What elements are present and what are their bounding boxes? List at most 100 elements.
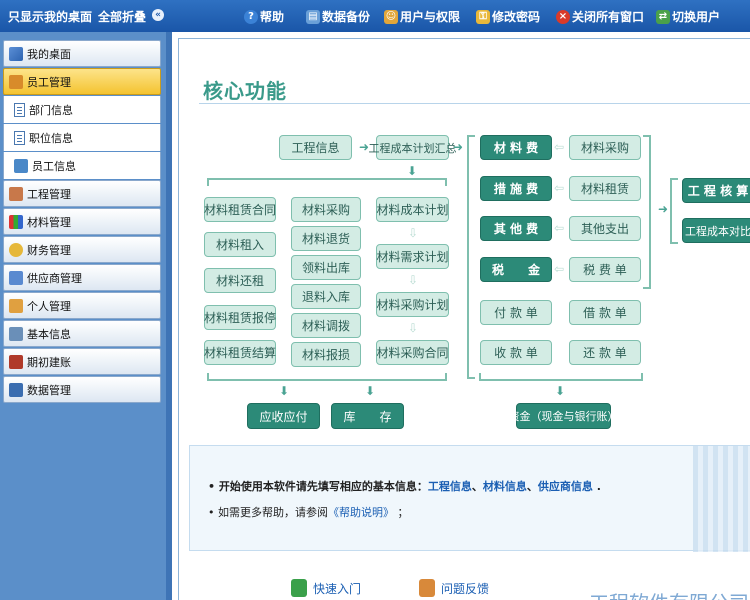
flow-funds[interactable]: 资金（现金与银行账）: [509, 403, 619, 429]
arrow-down-faded-icon: ⇩: [408, 273, 419, 287]
sidebar: 我的桌面 员工管理 部门信息 职位信息 员工信息 工程管理 材料管理 财务管理: [0, 32, 166, 600]
change-password-button[interactable]: ⚿ 修改密码: [476, 8, 540, 25]
arrow-down-faded-icon: ⇩: [408, 321, 419, 335]
main-panel: 核心功能 工程信息 ➜ 工程成本计划汇总 ⬇ 材料租赁合同 材料租入 材料还租 …: [166, 32, 750, 600]
close-all-windows-button[interactable]: × 关闭所有窗口: [556, 8, 644, 25]
arrow-left-faded-icon: ⇦: [554, 221, 565, 235]
database-icon: ▤: [306, 9, 320, 24]
supplier-icon: [9, 270, 23, 285]
flow-project-info[interactable]: 工程信息: [279, 135, 352, 160]
flow-material-loss[interactable]: 材料报损: [291, 342, 361, 367]
flow-material-lease-settle[interactable]: 材料租赁结算: [204, 340, 276, 365]
help-icon: ?: [244, 9, 258, 24]
sidebar-item-employee-management[interactable]: 员工管理: [3, 68, 161, 95]
info-line-2: • 如需更多帮助，请参阅《帮助说明》 ；: [208, 506, 409, 519]
link-material-info[interactable]: 材料信息: [483, 480, 527, 493]
flow-lease[interactable]: 材料租赁: [569, 176, 641, 201]
data-icon: [9, 382, 23, 397]
flow-material-purchase-plan[interactable]: 材料采购计划: [376, 292, 449, 317]
house-icon: [9, 186, 23, 201]
flow-project-accounting[interactable]: 工 程 核 算: [682, 178, 750, 203]
flow-tax[interactable]: 税 金: [480, 257, 552, 282]
close-icon: ×: [556, 9, 570, 24]
arrow-down-faded-icon: ⇩: [408, 226, 419, 240]
quick-start-link[interactable]: 快速入门: [291, 579, 361, 597]
flow-receivable-payable[interactable]: 应收应付: [247, 403, 320, 429]
users-permissions-button[interactable]: ☺ 用户与权限: [384, 8, 460, 25]
bracket-top: [207, 178, 447, 186]
flow-material-transfer[interactable]: 材料调拨: [291, 313, 361, 338]
arrow-right-icon: ➜: [453, 140, 464, 154]
flow-material-return-stock[interactable]: 退料入库: [291, 284, 361, 309]
arrow-down-icon: ⬇: [555, 384, 566, 398]
users-icon: ☺: [384, 9, 398, 24]
arrow-down-icon: ⬇: [407, 164, 418, 178]
flow-material-return[interactable]: 材料还租: [204, 268, 276, 293]
sidebar-subitem-position-info[interactable]: 职位信息: [3, 124, 161, 151]
backup-button[interactable]: ▤ 数据备份: [306, 8, 370, 25]
flow-payment-slip[interactable]: 付 款 单: [480, 300, 552, 325]
coin-icon: [9, 242, 23, 257]
ledger-icon: [9, 354, 23, 369]
flow-material-purchase[interactable]: 材料采购: [291, 197, 361, 222]
sidebar-item-data-management[interactable]: 数据管理: [3, 376, 161, 403]
flow-repayment-slip[interactable]: 还 款 单: [569, 340, 641, 365]
sidebar-item-opening-accounts[interactable]: 期初建账: [3, 348, 161, 375]
arrow-right-icon: ➜: [658, 202, 669, 216]
bracket-finance-bottom: [479, 373, 643, 381]
company-name: 工程软件有限公司: [589, 587, 750, 600]
flow-material-cost-plan[interactable]: 材料成本计划: [376, 197, 449, 222]
sidebar-item-my-desktop[interactable]: 我的桌面: [3, 40, 161, 67]
flow-measure-cost[interactable]: 措 施 费: [480, 176, 552, 201]
link-supplier-info[interactable]: 供应商信息: [538, 480, 593, 493]
materials-icon: [9, 214, 23, 229]
flow-material-demand-plan[interactable]: 材料需求计划: [376, 244, 449, 269]
decorative-graphic: [693, 446, 750, 552]
sidebar-item-finance-management[interactable]: 财务管理: [3, 236, 161, 263]
info-sheet-icon: [9, 326, 23, 341]
title-divider: [199, 103, 750, 104]
arrow-left-faded-icon: ⇦: [554, 140, 565, 154]
flow-inventory[interactable]: 库 存: [331, 403, 404, 429]
info-line-1: • 开始使用本软件请先填写相应的基本信息：工程信息、材料信息、供应商信息 .: [208, 480, 601, 493]
top-toolbar: 只显示我的桌面 全部折叠 « ? 帮助 ▤ 数据备份 ☺ 用户与权限 ⚿ 修改密…: [0, 0, 750, 32]
sidebar-item-project-management[interactable]: 工程管理: [3, 180, 161, 207]
flow-material-lease-stop[interactable]: 材料租赁报停: [204, 305, 276, 330]
flow-cost-plan-summary[interactable]: 工程成本计划汇总: [369, 135, 457, 160]
flow-material-cost[interactable]: 材 料 费: [480, 135, 552, 160]
feedback-link[interactable]: 问题反馈: [419, 579, 489, 597]
link-project-info[interactable]: 工程信息: [428, 480, 472, 493]
arrow-left-faded-icon: ⇦: [554, 262, 565, 276]
collapse-all-button[interactable]: 全部折叠: [98, 8, 146, 25]
flow-other-expense[interactable]: 其他支出: [569, 216, 641, 241]
main-content: 核心功能 工程信息 ➜ 工程成本计划汇总 ⬇ 材料租赁合同 材料租入 材料还租 …: [178, 38, 750, 600]
document-icon: [14, 102, 25, 117]
flow-other-cost[interactable]: 其 他 费: [480, 216, 552, 241]
sidebar-item-personal-management[interactable]: 个人管理: [3, 292, 161, 319]
sidebar-subitem-department-info[interactable]: 部门信息: [3, 96, 161, 123]
flow-cost-comparison[interactable]: 工程成本对比: [682, 218, 750, 243]
flow-purchase[interactable]: 材料采购: [569, 135, 641, 160]
flow-material-return-goods[interactable]: 材料退货: [291, 226, 361, 251]
sidebar-item-supplier-management[interactable]: 供应商管理: [3, 264, 161, 291]
link-help-manual[interactable]: 《帮助说明》: [328, 506, 394, 519]
collapse-sidebar-icon[interactable]: «: [152, 9, 164, 21]
sidebar-item-basic-info[interactable]: 基本信息: [3, 320, 161, 347]
employee-card-icon: [14, 158, 28, 173]
flow-tax-bill[interactable]: 税 费 单: [569, 257, 641, 282]
help-button[interactable]: ? 帮助: [244, 8, 284, 25]
feedback-icon: [419, 579, 435, 597]
flow-material-purchase-contract[interactable]: 材料采购合同: [376, 340, 449, 365]
sidebar-item-material-management[interactable]: 材料管理: [3, 208, 161, 235]
bracket-accounting: [670, 178, 678, 244]
flow-material-lease-in[interactable]: 材料租入: [204, 232, 276, 257]
flow-material-lease-contract[interactable]: 材料租赁合同: [204, 197, 276, 222]
flow-loan-slip[interactable]: 借 款 单: [569, 300, 641, 325]
flow-receipt-slip[interactable]: 收 款 单: [480, 340, 552, 365]
info-panel: • 开始使用本软件请先填写相应的基本信息：工程信息、材料信息、供应商信息 . •…: [189, 445, 750, 552]
flow-material-issue[interactable]: 领料出库: [291, 255, 361, 280]
switch-user-button[interactable]: ⇄ 切换用户: [656, 8, 720, 25]
sidebar-subitem-employee-info[interactable]: 员工信息: [3, 152, 161, 179]
show-desktop-button[interactable]: 只显示我的桌面: [8, 8, 92, 25]
bracket-left: [467, 135, 475, 379]
